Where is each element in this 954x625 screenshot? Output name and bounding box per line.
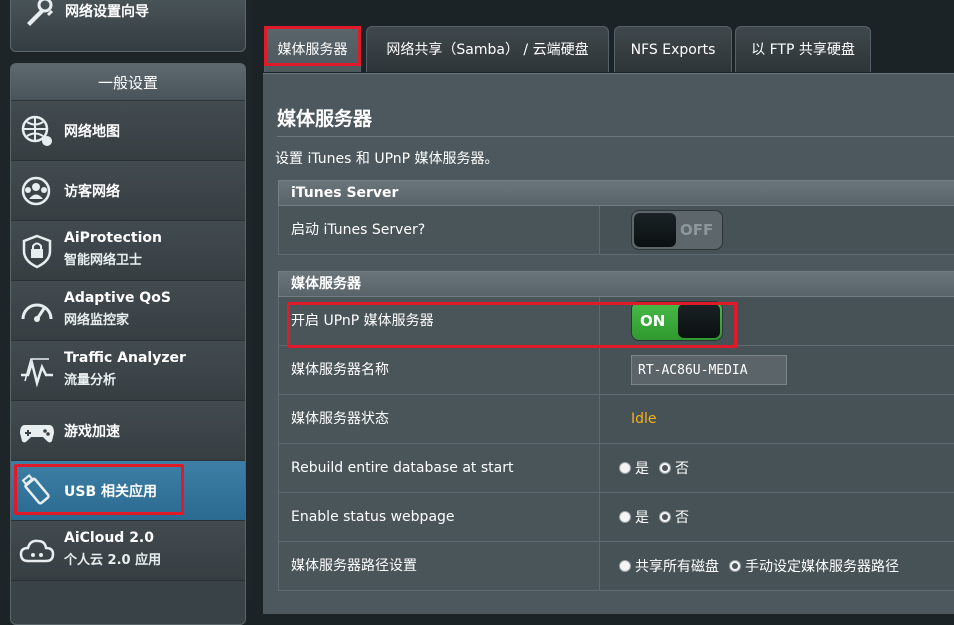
toggle-knob — [634, 213, 676, 247]
upnp-highlight-box — [287, 302, 737, 348]
guest-globe-icon — [21, 176, 51, 206]
sidebar-item-adaptive-qos[interactable]: Adaptive QoS 网络监控家 — [11, 281, 245, 341]
media-path-label: 媒体服务器路径设置 — [279, 542, 600, 590]
title-divider — [277, 136, 954, 137]
itunes-enable-label: 启动 iTunes Server? — [279, 206, 600, 254]
rebuild-db-row: Rebuild entire database at start 是 否 — [278, 444, 954, 493]
quick-setup-label: 网络设置向导 — [65, 4, 149, 20]
page-description: 设置 iTunes 和 UPnP 媒体服务器。 — [275, 151, 499, 167]
radio-label: 是 — [635, 461, 649, 477]
radio-label: 手动设定媒体服务器路径 — [745, 559, 899, 575]
radio-dot-selected — [659, 462, 671, 474]
sidebar-item-label: AiProtection — [64, 230, 162, 246]
wizard-wrench-icon — [27, 0, 54, 26]
sidebar-item-sublabel: 个人云 2.0 应用 — [64, 553, 162, 568]
tab-nfs-exports[interactable]: NFS Exports — [614, 26, 732, 72]
sidebar-item-aiprotection[interactable]: AiProtection 智能网络卫士 — [11, 221, 245, 281]
radio-label: 否 — [675, 461, 689, 477]
sidebar-item-guest-network[interactable]: 访客网络 — [11, 161, 245, 221]
status-webpage-label: Enable status webpage — [279, 493, 600, 541]
sidebar-item-sublabel: 网络监控家 — [64, 313, 130, 328]
radio-dot — [619, 462, 631, 474]
radio-label: 共享所有磁盘 — [635, 559, 719, 575]
server-status-value: Idle — [631, 411, 657, 427]
status-webpage-row: Enable status webpage 是 否 — [278, 493, 954, 542]
page-title: 媒体服务器 — [277, 108, 373, 130]
radio-dot — [619, 560, 631, 572]
itunes-section: iTunes Server 启动 iTunes Server? OFF — [278, 180, 954, 255]
media-path-row: 媒体服务器路径设置 共享所有磁盘 手动设定媒体服务器路径 — [278, 542, 954, 591]
toggle-text: OFF — [680, 221, 714, 239]
sidebar-item-label: 游戏加速 — [64, 424, 120, 440]
sidebar-item-sublabel: 智能网络卫士 — [64, 253, 143, 268]
general-menu: 一般设置 网络地图 访客网络 AiProtection 智能网络卫士 Adapt… — [10, 63, 246, 625]
rebuild-no-radio[interactable]: 否 — [659, 458, 689, 478]
sidebar-item-label: Traffic Analyzer — [64, 350, 186, 366]
radio-dot — [619, 511, 631, 523]
server-status-label: 媒体服务器状态 — [279, 395, 600, 443]
path-manual-radio[interactable]: 手动设定媒体服务器路径 — [729, 556, 899, 576]
sidebar-item-label: Adaptive QoS — [64, 290, 171, 306]
radio-label: 否 — [675, 510, 689, 526]
usb-highlight-box — [14, 464, 184, 515]
sidebar-item-network-map[interactable]: 网络地图 — [11, 101, 245, 161]
media-section-header: 媒体服务器 — [278, 271, 954, 297]
server-status-row: 媒体服务器状态 Idle — [278, 395, 954, 444]
sidebar-item-label: AiCloud 2.0 — [64, 530, 154, 546]
path-all-disks-radio[interactable]: 共享所有磁盘 — [619, 556, 719, 576]
shield-lock-icon — [22, 234, 52, 269]
server-name-input[interactable] — [631, 355, 787, 385]
sidebar-item-label: 网络地图 — [64, 124, 120, 140]
itunes-enable-row: 启动 iTunes Server? OFF — [278, 206, 954, 255]
radio-label: 是 — [635, 510, 649, 526]
rebuild-db-label: Rebuild entire database at start — [279, 444, 600, 492]
tab-highlight-box — [264, 26, 361, 66]
sidebar-item-aicloud[interactable]: AiCloud 2.0 个人云 2.0 应用 — [11, 521, 245, 581]
globe-icon — [21, 115, 52, 146]
server-name-label: 媒体服务器名称 — [279, 346, 600, 394]
sidebar: 网络设置向导 一般设置 网络地图 访客网络 AiProtection 智能网络卫… — [0, 0, 252, 625]
server-name-row: 媒体服务器名称 — [278, 346, 954, 395]
radio-dot-selected — [659, 511, 671, 523]
sidebar-item-traffic-analyzer[interactable]: Traffic Analyzer 流量分析 — [11, 341, 245, 401]
gamepad-icon — [20, 425, 54, 443]
webpage-no-radio[interactable]: 否 — [659, 507, 689, 527]
speedometer-icon — [21, 303, 53, 322]
cloud-icon — [19, 539, 55, 563]
quick-setup-button[interactable]: 网络设置向导 — [10, 0, 246, 52]
tab-samba[interactable]: 网络共享（Samba） / 云端硬盘 — [366, 26, 609, 72]
rebuild-yes-radio[interactable]: 是 — [619, 458, 649, 478]
tab-ftp-share[interactable]: 以 FTP 共享硬盘 — [735, 26, 871, 72]
sidebar-item-sublabel: 流量分析 — [64, 373, 117, 388]
pulse-chart-icon — [21, 358, 53, 388]
radio-dot-selected — [729, 560, 741, 572]
webpage-yes-radio[interactable]: 是 — [619, 507, 649, 527]
itunes-toggle[interactable]: OFF — [631, 210, 723, 250]
sidebar-item-game-boost[interactable]: 游戏加速 — [11, 401, 245, 461]
itunes-section-header: iTunes Server — [278, 180, 954, 206]
menu-section-title: 一般设置 — [11, 64, 245, 101]
sidebar-item-label: 访客网络 — [64, 184, 120, 200]
